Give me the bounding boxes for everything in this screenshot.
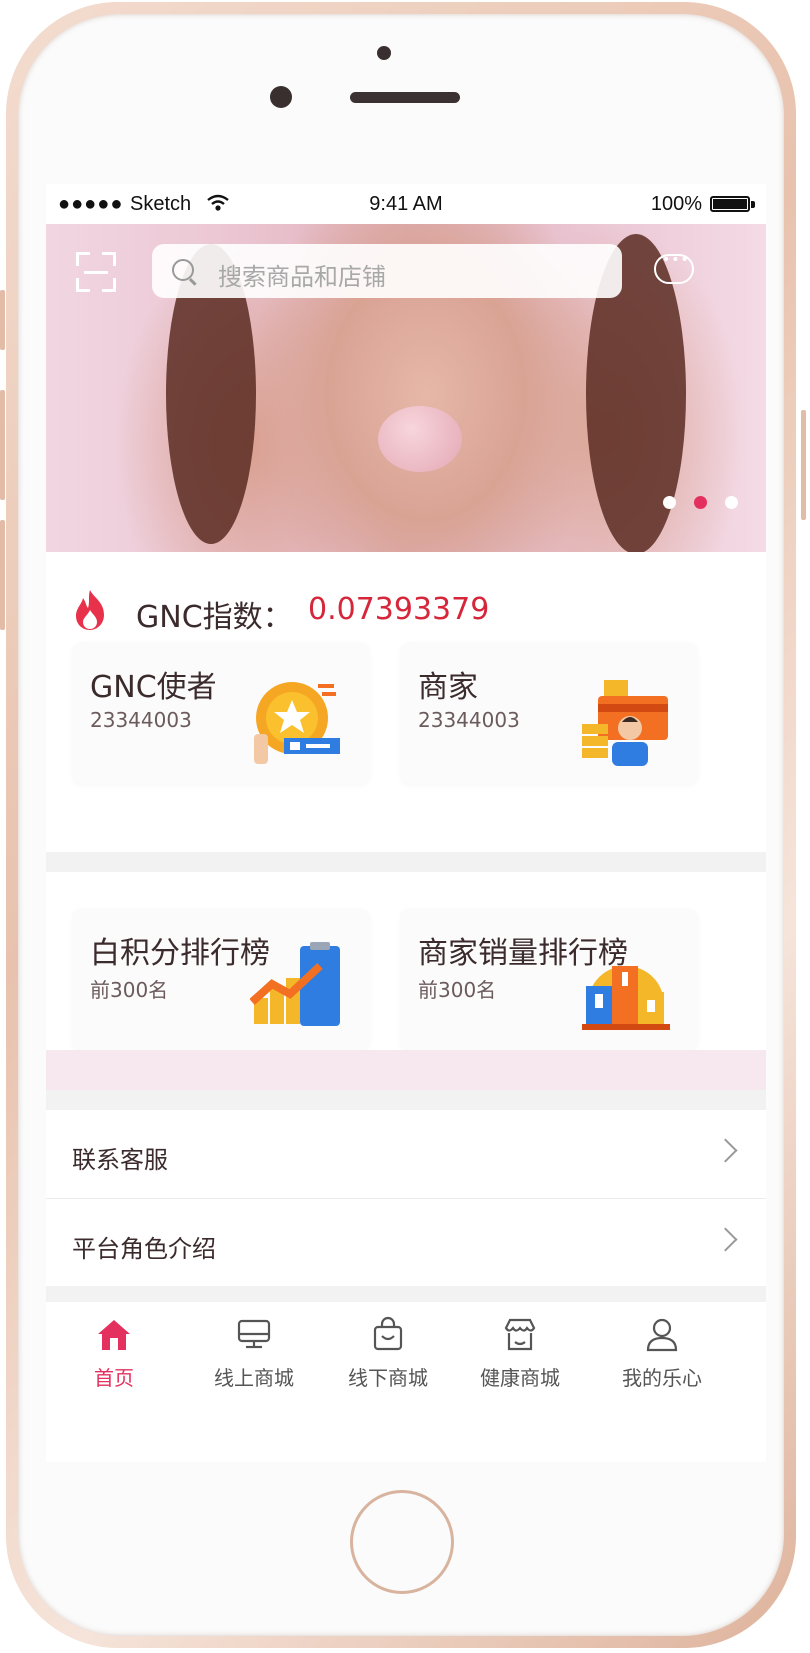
carousel-dot-active[interactable] [694,496,707,509]
battery-percent: 100% [650,193,702,215]
card-subtitle: 前300名 [90,978,169,1002]
store-icon [504,1318,536,1351]
star-coin-icon [254,682,340,764]
tab-offline-mall[interactable]: 线下商城 [328,1316,448,1396]
gnc-index-value: 0.07393379 [308,592,490,627]
card-count: 23344003 [418,708,520,732]
mute-switch [0,290,5,350]
merchant-icon [582,680,668,766]
search-bar[interactable]: 搜索商品和店铺 [152,244,622,298]
bottom-tab-bar: 首页 线上商城 线下商城 健康商城 我的乐心 [46,1302,766,1462]
card-subtitle: 前300名 [418,978,497,1002]
row-label: 平台角色介绍 [72,1235,216,1263]
battery-cap [751,201,755,208]
tab-online-mall[interactable]: 线上商城 [194,1316,314,1396]
tab-label: 线下商城 [348,1366,428,1390]
monitor-icon [237,1319,271,1349]
gnc-ambassador-card[interactable]: GNC使者 23344003 [72,642,370,784]
carousel-dot[interactable] [663,496,676,509]
card-count: 23344003 [90,708,192,732]
status-bar: ●●●●● Sketch 9:41 AM 100% [46,184,766,224]
tab-label: 线上商城 [214,1366,294,1390]
podium-icon [582,966,670,1030]
banner-photo-detail [378,406,462,472]
tab-home[interactable]: 首页 [54,1316,174,1396]
growth-chart-icon [250,942,340,1026]
merchant-sales-ranking-card[interactable]: 商家销量排行榜 前300名 [400,908,698,1050]
app-screen: ●●●●● Sketch 9:41 AM 100% 搜索商品和店铺 ••• GN… [46,184,766,1462]
carousel-dot[interactable] [725,496,738,509]
carousel-indicator [645,494,738,513]
chevron-right-icon [713,1138,738,1163]
contact-support-row[interactable]: 联系客服 [46,1110,766,1198]
platform-roles-row[interactable]: 平台角色介绍 [46,1199,766,1287]
volume-up-button [0,390,5,500]
tab-label: 我的乐心 [622,1366,702,1390]
gnc-index-label: GNC指数： [136,600,293,635]
banner-carousel[interactable]: 搜索商品和店铺 [46,224,766,552]
row-label: 联系客服 [72,1146,168,1174]
search-icon [172,259,194,281]
scan-icon[interactable] [76,252,116,292]
front-camera [270,86,292,108]
message-icon[interactable] [654,252,694,284]
home-icon [98,1320,130,1350]
chevron-right-icon [713,1227,738,1252]
white-points-ranking-card[interactable]: 白积分排行榜 前300名 [72,908,370,1050]
battery-icon [710,196,750,212]
tab-label: 健康商城 [480,1366,560,1390]
tab-label: 首页 [94,1366,134,1390]
tab-my-lexin[interactable]: 我的乐心 [602,1316,722,1396]
search-placeholder: 搜索商品和店铺 [218,263,386,291]
ranking-section: 白积分排行榜 前300名 商家销量排行榜 前300名 [46,872,766,1090]
volume-down-button [0,520,5,630]
user-icon [646,1318,678,1352]
card-title: 商家 [418,670,478,705]
gnc-section: GNC指数： 0.07393379 GNC使者 23344003 商家 2334… [46,552,766,852]
flame-icon [76,590,104,630]
power-button [801,410,806,520]
shopping-bag-icon [373,1316,403,1351]
card-title: GNC使者 [90,670,217,705]
card-title: 白积分排行榜 [90,936,270,971]
home-button[interactable] [350,1490,454,1594]
section-bottom-band [46,1050,766,1090]
menu-list: 联系客服 平台角色介绍 [46,1110,766,1286]
merchant-card[interactable]: 商家 23344003 [400,642,698,784]
tab-health-mall[interactable]: 健康商城 [460,1316,580,1396]
earpiece-speaker [350,92,460,103]
proximity-sensor [377,46,391,60]
